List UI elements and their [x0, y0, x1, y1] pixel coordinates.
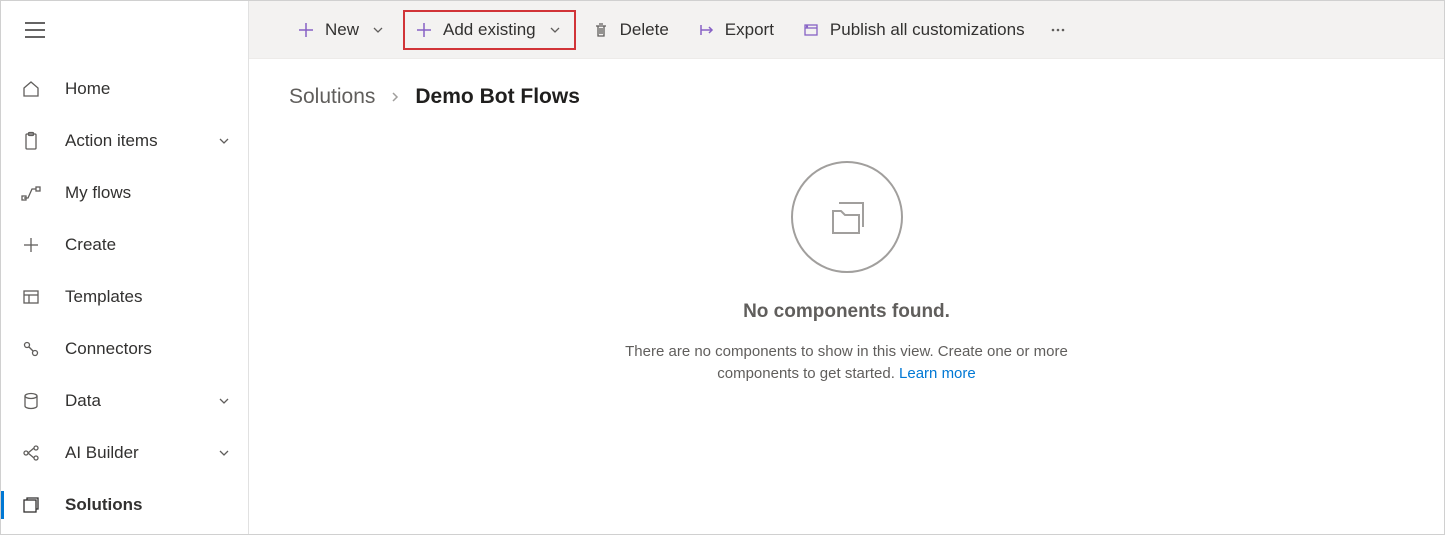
- sidebar-item-templates[interactable]: Templates: [1, 271, 248, 323]
- export-icon: [697, 21, 715, 39]
- sidebar-item-ai-builder[interactable]: AI Builder: [1, 427, 248, 479]
- clipboard-icon: [21, 131, 41, 151]
- sidebar-item-label: Action items: [65, 131, 216, 151]
- database-icon: [21, 391, 41, 411]
- nav-list: Home Action items: [1, 59, 248, 531]
- plus-icon: [21, 235, 41, 255]
- publish-label: Publish all customizations: [830, 20, 1025, 40]
- chevron-down-icon: [546, 21, 564, 39]
- new-label: New: [325, 20, 359, 40]
- sidebar: Home Action items: [1, 1, 249, 534]
- plus-icon: [415, 21, 433, 39]
- sidebar-item-data[interactable]: Data: [1, 375, 248, 427]
- main: New Add existing: [249, 1, 1444, 534]
- chevron-down-icon: [216, 133, 232, 149]
- sidebar-item-label: Templates: [65, 287, 232, 307]
- solution-icon: [21, 495, 41, 515]
- delete-label: Delete: [620, 20, 669, 40]
- templates-icon: [21, 287, 41, 307]
- new-button[interactable]: New: [285, 10, 399, 50]
- sidebar-item-label: AI Builder: [65, 443, 216, 463]
- breadcrumb-root[interactable]: Solutions: [289, 85, 375, 109]
- toolbar: New Add existing: [249, 1, 1444, 59]
- add-existing-button[interactable]: Add existing: [403, 10, 576, 50]
- folder-stack-icon: [819, 189, 875, 245]
- empty-state-title: No components found.: [743, 301, 950, 323]
- sidebar-item-create[interactable]: Create: [1, 219, 248, 271]
- learn-more-link[interactable]: Learn more: [899, 365, 976, 382]
- delete-button[interactable]: Delete: [580, 10, 681, 50]
- plus-icon: [297, 21, 315, 39]
- home-icon: [21, 79, 41, 99]
- add-existing-label: Add existing: [443, 20, 536, 40]
- empty-state-description: There are no components to show in this …: [587, 341, 1107, 385]
- breadcrumb-current: Demo Bot Flows: [415, 85, 580, 109]
- chevron-down-icon: [216, 393, 232, 409]
- chevron-down-icon: [216, 445, 232, 461]
- sidebar-item-label: Create: [65, 235, 232, 255]
- sidebar-item-label: Home: [65, 79, 232, 99]
- hamburger-button[interactable]: [15, 10, 55, 50]
- export-label: Export: [725, 20, 774, 40]
- empty-state: No components found. There are no compon…: [249, 161, 1444, 385]
- more-icon: [1049, 21, 1067, 39]
- sidebar-item-action-items[interactable]: Action items: [1, 115, 248, 167]
- sidebar-item-solutions[interactable]: Solutions: [1, 479, 248, 531]
- sidebar-item-my-flows[interactable]: My flows: [1, 167, 248, 219]
- more-button[interactable]: [1041, 10, 1075, 50]
- publish-icon: [802, 21, 820, 39]
- publish-button[interactable]: Publish all customizations: [790, 10, 1037, 50]
- sidebar-item-label: Data: [65, 391, 216, 411]
- sidebar-item-label: Solutions: [65, 495, 232, 515]
- empty-state-description-text: There are no components to show in this …: [625, 343, 1068, 382]
- breadcrumb: Solutions Demo Bot Flows: [249, 59, 1444, 109]
- sidebar-header: [1, 1, 248, 59]
- export-button[interactable]: Export: [685, 10, 786, 50]
- chevron-down-icon: [369, 21, 387, 39]
- hamburger-icon: [25, 22, 45, 38]
- sidebar-item-home[interactable]: Home: [1, 63, 248, 115]
- connector-icon: [21, 339, 41, 359]
- chevron-right-icon: [389, 91, 401, 103]
- sidebar-item-label: My flows: [65, 183, 232, 203]
- sidebar-item-label: Connectors: [65, 339, 232, 359]
- ai-icon: [21, 443, 41, 463]
- flow-icon: [21, 183, 41, 203]
- empty-state-graphic: [791, 161, 903, 273]
- trash-icon: [592, 21, 610, 39]
- sidebar-item-connectors[interactable]: Connectors: [1, 323, 248, 375]
